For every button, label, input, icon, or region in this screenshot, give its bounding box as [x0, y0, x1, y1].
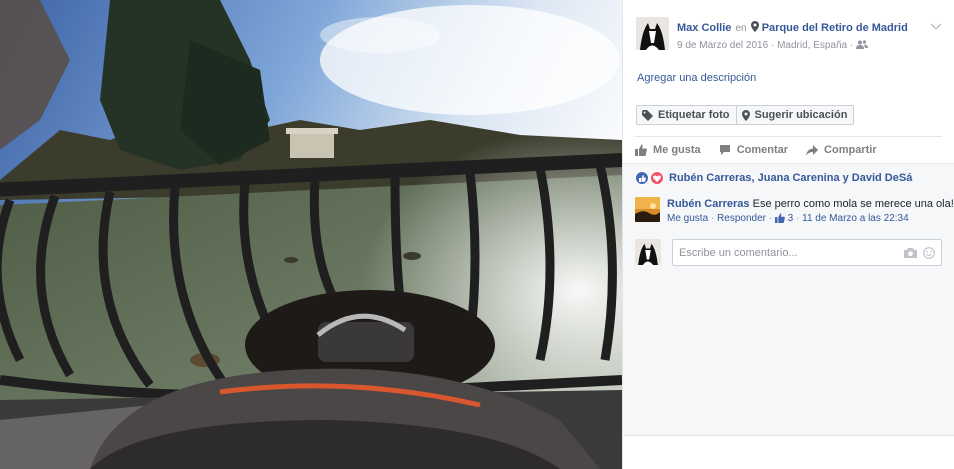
- suggest-location-button[interactable]: Sugerir ubicación: [736, 105, 855, 125]
- tag-photo-button[interactable]: Etiquetar foto: [636, 105, 737, 125]
- author-avatar[interactable]: [636, 17, 669, 50]
- place-link[interactable]: Parque del Retiro de Madrid: [762, 22, 908, 34]
- suggest-location-label: Sugerir ubicación: [754, 109, 848, 121]
- like-label: Me gusta: [653, 144, 701, 156]
- comment-likes-count[interactable]: 3: [788, 213, 794, 224]
- comment-composer: Escribe un comentario...: [635, 239, 942, 267]
- post-actions: Me gusta Comentar Compartir: [635, 141, 895, 159]
- post-panel: Max Collie en Parque del Retiro de Madri…: [622, 0, 954, 469]
- feedback-section: Rubén Carreras, Juana Carenina y David D…: [623, 163, 954, 469]
- reactions-summary[interactable]: Rubén Carreras, Juana Carenina y David D…: [635, 170, 912, 186]
- audience-friends-icon[interactable]: [856, 40, 869, 49]
- divider: [635, 136, 942, 137]
- chevron-down-icon[interactable]: [930, 21, 942, 31]
- comment-meta: Me gusta · Responder · 3 · 11 de Marzo a…: [667, 213, 909, 224]
- comment-timestamp[interactable]: 11 de Marzo a las 22:34: [802, 213, 909, 224]
- comment-input[interactable]: Escribe un comentario...: [672, 239, 942, 266]
- author-line: Max Collie en Parque del Retiro de Madri…: [677, 21, 908, 34]
- post-header: Max Collie en Parque del Retiro de Madri…: [636, 17, 942, 57]
- share-arrow-icon: [806, 144, 819, 156]
- comment-reply-link[interactable]: Responder: [717, 213, 766, 224]
- tag-icon: [642, 109, 653, 121]
- photo-action-buttons: Etiquetar foto Sugerir ubicación: [636, 105, 855, 125]
- emoji-icon[interactable]: [923, 247, 935, 259]
- share-label: Compartir: [824, 144, 877, 156]
- post-date[interactable]: 9 de Marzo del 2016: [677, 40, 768, 51]
- like-reaction-icon: [635, 171, 649, 185]
- add-description-link[interactable]: Agregar una descripción: [637, 72, 756, 84]
- post-location[interactable]: Madrid, España: [777, 40, 847, 51]
- commenter-name[interactable]: Rubén Carreras: [667, 198, 750, 210]
- post-meta: 9 de Marzo del 2016 · Madrid, España ·: [677, 40, 869, 51]
- comment-label: Comentar: [736, 144, 789, 156]
- park-lake-photo: [0, 0, 622, 469]
- comment-text: Ese perro como mola se merece una ola!!!…: [752, 198, 954, 210]
- photo-viewer[interactable]: [0, 0, 622, 469]
- share-action[interactable]: Compartir: [806, 144, 877, 156]
- comment-body: Rubén Carreras Ese perro como mola se me…: [667, 198, 954, 210]
- author-name[interactable]: Max Collie: [677, 22, 731, 34]
- comment-placeholder: Escribe un comentario...: [679, 246, 798, 259]
- location-pin-icon: [750, 21, 759, 32]
- comment-like-link[interactable]: Me gusta: [667, 213, 708, 224]
- commenter-avatar[interactable]: [635, 197, 660, 222]
- camera-icon[interactable]: [904, 247, 917, 258]
- empty-panel-area: [623, 435, 954, 469]
- thumbs-up-icon: [635, 144, 647, 156]
- comment-icon: [719, 145, 730, 155]
- comment-action[interactable]: Comentar: [719, 144, 788, 156]
- comment-item: Rubén Carreras Ese perro como mola se me…: [635, 197, 954, 227]
- location-pin-icon: [741, 109, 750, 121]
- composer-icons: [904, 247, 935, 259]
- love-reaction-icon: [650, 171, 664, 185]
- reactors-names[interactable]: Rubén Carreras, Juana Carenina y David D…: [669, 172, 912, 184]
- like-action[interactable]: Me gusta: [635, 144, 701, 156]
- tag-photo-label: Etiquetar foto: [658, 109, 730, 121]
- thumbs-up-icon: [774, 213, 785, 223]
- connector-text: en: [735, 23, 747, 34]
- viewer-avatar: [635, 239, 661, 265]
